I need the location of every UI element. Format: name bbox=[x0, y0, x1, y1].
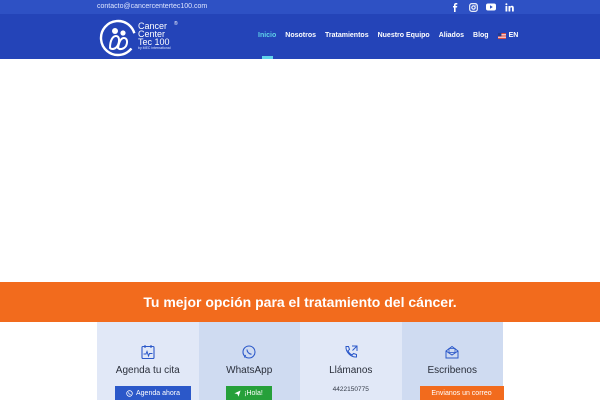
page: contacto@cancercentertec100.com Cancer C… bbox=[0, 0, 600, 400]
card-escribenos-title: Escribenos bbox=[427, 365, 477, 376]
main-nav: Inicio Nosotros Tratamientos Nuestro Equ… bbox=[258, 30, 527, 42]
send-icon bbox=[234, 389, 241, 397]
linkedin-icon[interactable] bbox=[504, 2, 514, 12]
calendar-pulse-icon bbox=[141, 345, 155, 360]
instagram-icon[interactable] bbox=[468, 2, 478, 12]
contact-cards: Agenda tu cita Agenda ahora WhatsApp ¡Ho… bbox=[97, 322, 504, 400]
nav-item-aliados[interactable]: Aliados bbox=[439, 30, 464, 42]
whatsapp-icon bbox=[242, 345, 256, 359]
contact-email-link[interactable]: contacto@cancercentertec100.com bbox=[97, 2, 207, 12]
nav-item-nuestro-equipo[interactable]: Nuestro Equipo bbox=[378, 30, 430, 42]
logo-subtitle: by MEC international bbox=[138, 46, 171, 50]
facebook-icon[interactable] bbox=[450, 2, 460, 12]
nav-item-tratamientos[interactable]: Tratamientos bbox=[325, 30, 369, 42]
agenda-ahora-label: Agenda ahora bbox=[136, 389, 180, 397]
hola-button[interactable]: ¡Hola! bbox=[225, 386, 272, 400]
youtube-icon[interactable] bbox=[486, 2, 496, 12]
logo-wordmark[interactable]: Cancer Center Tec 100 ® by MEC internati… bbox=[138, 21, 178, 51]
envianos-correo-label: Envianos un correo bbox=[431, 389, 492, 397]
social-links bbox=[450, 1, 514, 13]
nav-item-inicio[interactable]: Inicio bbox=[258, 30, 276, 42]
agenda-ahora-button[interactable]: Agenda ahora bbox=[115, 386, 191, 400]
card-llamanos: Llámanos 4422150775 bbox=[300, 322, 402, 400]
card-whatsapp: WhatsApp ¡Hola! bbox=[198, 322, 300, 400]
language-switcher[interactable]: EN bbox=[497, 30, 519, 42]
phone-number[interactable]: 4422150775 bbox=[300, 386, 402, 393]
envianos-correo-button[interactable]: Envianos un correo bbox=[419, 386, 504, 400]
top-bar: contacto@cancercentertec100.com bbox=[0, 0, 600, 14]
language-label: EN bbox=[508, 32, 519, 39]
phone-call-icon bbox=[345, 345, 358, 358]
tagline-text: Tu mejor opción para el tratamiento del … bbox=[143, 294, 457, 310]
card-agenda-title: Agenda tu cita bbox=[115, 365, 180, 376]
hero-area bbox=[0, 59, 600, 282]
whatsapp-small-icon bbox=[126, 389, 133, 397]
hola-label: ¡Hola! bbox=[244, 389, 263, 397]
card-llamanos-title: Llámanos bbox=[329, 365, 373, 376]
us-flag-icon bbox=[497, 33, 506, 39]
nav-item-nosotros[interactable]: Nosotros bbox=[285, 30, 316, 42]
envelope-icon bbox=[445, 345, 459, 359]
nav-item-blog[interactable]: Blog bbox=[473, 30, 489, 42]
card-whatsapp-title: WhatsApp bbox=[226, 365, 273, 376]
card-escribenos: Escribenos Envianos un correo bbox=[401, 322, 504, 400]
card-agenda: Agenda tu cita Agenda ahora bbox=[97, 322, 199, 400]
tagline-banner: Tu mejor opción para el tratamiento del … bbox=[0, 282, 600, 322]
registered-mark: ® bbox=[174, 21, 178, 27]
